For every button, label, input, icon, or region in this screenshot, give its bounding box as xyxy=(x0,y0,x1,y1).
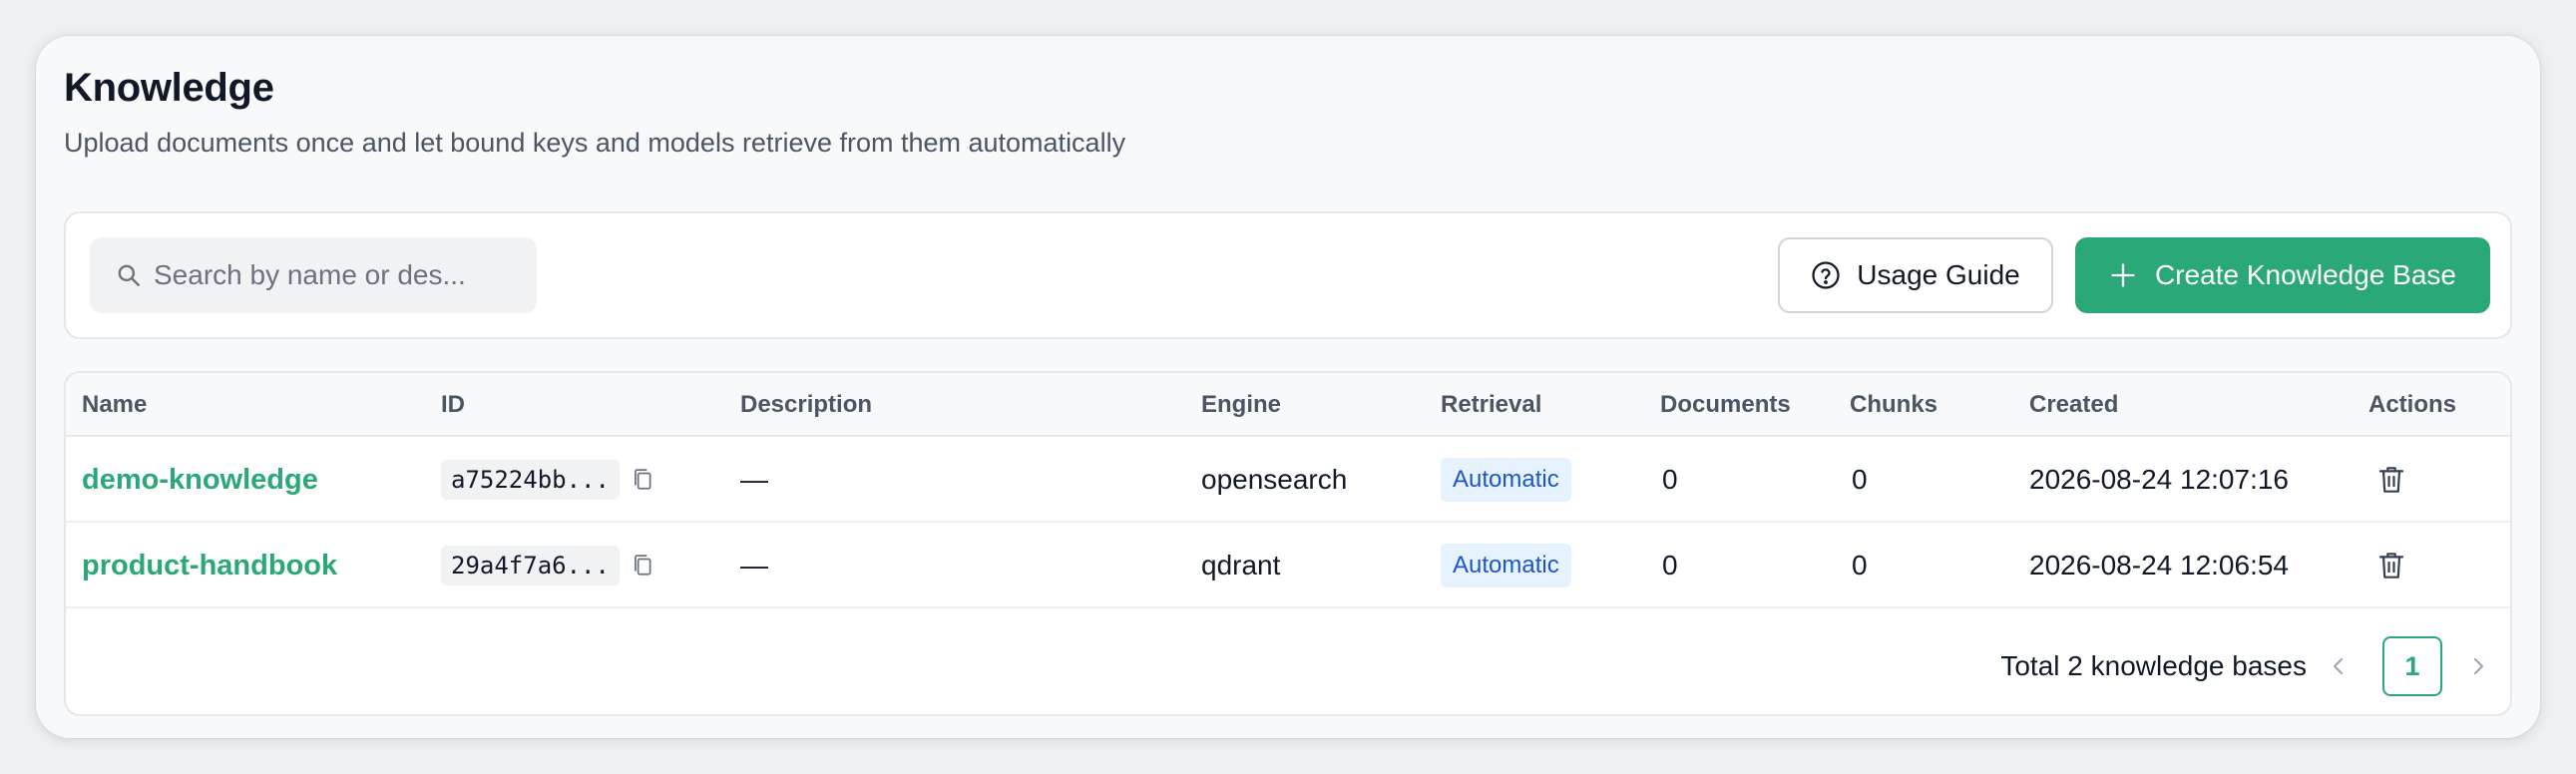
knowledge-engine: qdrant xyxy=(1201,550,1281,580)
column-header-description[interactable]: Description xyxy=(740,391,872,419)
column-header-created[interactable]: Created xyxy=(2029,391,2118,419)
create-knowledge-base-label: Create Knowledge Base xyxy=(2155,259,2456,290)
toolbar: Usage Guide Create Knowledge Base xyxy=(64,211,2512,339)
column-header-actions: Actions xyxy=(2368,391,2457,418)
knowledge-engine: opensearch xyxy=(1201,464,1348,495)
knowledge-table: Name ID Description Engine Retrieval Doc… xyxy=(64,371,2512,716)
table-header: Name ID Description Engine Retrieval Doc… xyxy=(66,373,2510,437)
pagination: Total 2 knowledge bases 1 xyxy=(66,636,2510,696)
knowledge-panel: Knowledge Upload documents once and let … xyxy=(36,36,2540,738)
chevron-left-icon[interactable] xyxy=(2327,654,2351,678)
documents-count: 0 xyxy=(1662,550,1678,580)
trash-icon[interactable] xyxy=(2376,550,2406,581)
search-icon xyxy=(118,264,140,286)
column-header-retrieval[interactable]: Retrieval xyxy=(1441,391,1541,419)
knowledge-name-link[interactable]: product-handbook xyxy=(82,550,337,582)
pagination-page-current[interactable]: 1 xyxy=(2382,636,2442,696)
knowledge-id: a75224bb... xyxy=(441,460,620,500)
search-box[interactable] xyxy=(90,237,537,313)
table-row: product-handbook 29a4f7a6... — qdrant Au… xyxy=(66,523,2510,608)
knowledge-name-link[interactable]: demo-knowledge xyxy=(82,464,318,497)
page-title: Knowledge xyxy=(64,66,274,110)
chevron-right-icon[interactable] xyxy=(2466,654,2490,678)
page-subtitle: Upload documents once and let bound keys… xyxy=(64,128,1126,158)
column-header-name[interactable]: Name xyxy=(82,391,147,419)
created-timestamp: 2026-08-24 12:06:54 xyxy=(2029,550,2289,580)
column-header-id[interactable]: ID xyxy=(441,391,465,419)
question-circle-icon xyxy=(1812,261,1840,289)
usage-guide-button[interactable]: Usage Guide xyxy=(1778,237,2053,313)
knowledge-description: — xyxy=(740,550,768,580)
documents-count: 0 xyxy=(1662,464,1678,495)
retrieval-badge: Automatic xyxy=(1441,458,1571,502)
copy-icon[interactable] xyxy=(632,554,653,578)
column-header-engine[interactable]: Engine xyxy=(1201,391,1281,419)
search-input[interactable] xyxy=(154,259,523,291)
created-timestamp: 2026-08-24 12:07:16 xyxy=(2029,464,2289,495)
trash-icon[interactable] xyxy=(2376,464,2406,496)
retrieval-badge: Automatic xyxy=(1441,544,1571,587)
knowledge-description: — xyxy=(740,464,768,495)
usage-guide-label: Usage Guide xyxy=(1857,259,2020,290)
create-knowledge-base-button[interactable]: Create Knowledge Base xyxy=(2075,237,2490,313)
pagination-total: Total 2 knowledge bases xyxy=(2000,650,2307,681)
chunks-count: 0 xyxy=(1852,464,1868,495)
table-row: demo-knowledge a75224bb... — opensearch … xyxy=(66,437,2510,523)
knowledge-id: 29a4f7a6... xyxy=(441,546,620,585)
chunks-count: 0 xyxy=(1852,550,1868,580)
column-header-documents[interactable]: Documents xyxy=(1660,391,1791,419)
copy-icon[interactable] xyxy=(632,468,653,492)
column-header-chunks[interactable]: Chunks xyxy=(1850,391,1937,419)
plus-icon xyxy=(2111,263,2135,287)
